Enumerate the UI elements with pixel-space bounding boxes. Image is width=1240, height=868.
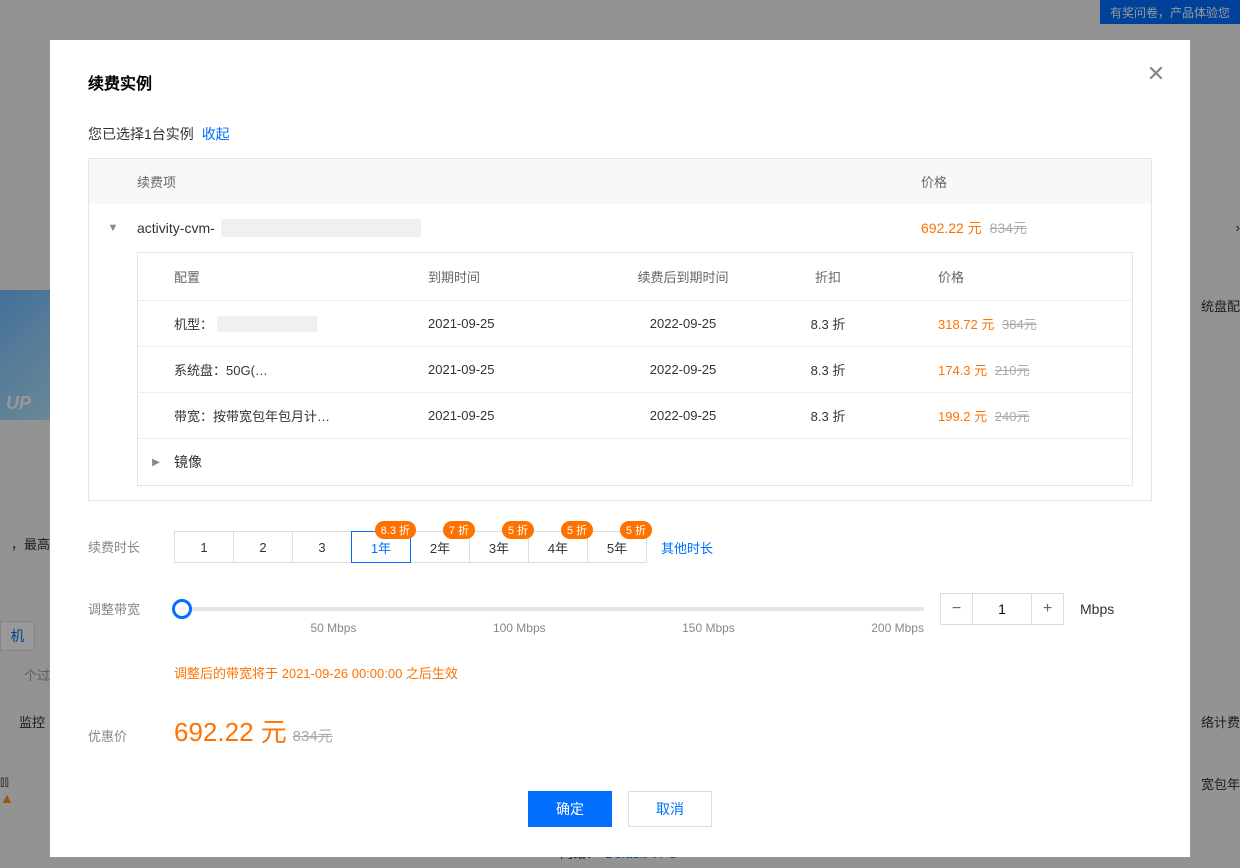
final-price-label: 优惠价 [88,716,174,745]
instance-details: 配置 到期时间 续费后到期时间 折扣 价格 机型： 2021-09-25 202… [137,252,1133,486]
bandwidth-slider[interactable]: 50 Mbps 100 Mbps 150 Mbps 200 Mbps [174,599,924,619]
duration-option[interactable]: 1年8.3 折 [351,531,411,563]
discount-badge: 5 折 [561,521,593,539]
duration-option[interactable]: 2年7 折 [410,531,470,563]
discount-badge: 8.3 折 [375,521,416,539]
renew-items-table: 续费项 价格 ▼ activity-cvm- 692.22 元 834元 配置 … [88,158,1152,501]
bandwidth-unit: Mbps [1080,601,1114,617]
table-header: 续费项 价格 [89,159,1151,204]
renew-instance-dialog: ✕ 续费实例 您已选择1台实例 收起 续费项 价格 ▼ activity-cvm… [50,40,1190,857]
discount-badge: 5 折 [620,521,652,539]
details-header: 配置 到期时间 续费后到期时间 折扣 价格 [138,253,1132,300]
dialog-footer: 确定 取消 [88,791,1152,827]
bandwidth-stepper: − + [940,593,1064,625]
bandwidth-input[interactable] [973,594,1031,624]
final-price: 692.22 元 [174,717,287,747]
duration-option[interactable]: 4年5 折 [528,531,588,563]
redacted-text [221,219,421,237]
duration-label: 续费时长 [88,531,174,556]
detail-row-machine: 机型： 2021-09-25 2022-09-25 8.3 折 318.72 元… [138,300,1132,346]
bandwidth-row: 调整带宽 50 Mbps 100 Mbps 150 Mbps 200 Mbps [88,593,1152,682]
renew-duration-row: 续费时长 1231年8.3 折2年7 折3年5 折4年5 折5年5 折 其他时长 [88,531,1152,563]
final-original-price: 834元 [293,728,333,745]
redacted-text [217,316,317,332]
duration-option[interactable]: 1 [174,531,234,563]
dialog-title: 续费实例 [88,70,1152,94]
confirm-button[interactable]: 确定 [528,791,612,827]
bandwidth-label: 调整带宽 [88,593,174,618]
slider-track [174,607,924,611]
increase-button[interactable]: + [1031,594,1063,624]
instance-row: ▼ activity-cvm- 692.22 元 834元 [89,204,1151,238]
cancel-button[interactable]: 取消 [628,791,712,827]
final-price-row: 优惠价 692.22 元 834元 [88,712,1152,749]
selected-summary: 您已选择1台实例 收起 [88,124,1152,144]
slider-thumb[interactable] [172,599,192,619]
expand-caret-icon[interactable]: ▶ [138,457,174,468]
slider-ticks: 50 Mbps 100 Mbps 150 Mbps 200 Mbps [174,621,924,635]
discount-badge: 5 折 [502,521,534,539]
duration-option[interactable]: 3 [292,531,352,563]
bandwidth-effective-note: 调整后的带宽将于 2021-09-26 00:00:00 之后生效 [174,663,1152,682]
duration-options: 1231年8.3 折2年7 折3年5 折4年5 折5年5 折 [174,531,647,563]
collapse-link[interactable]: 收起 [202,126,230,142]
decrease-button[interactable]: − [941,594,973,624]
collapse-caret-icon[interactable]: ▼ [89,222,137,234]
instance-name: activity-cvm- [137,219,921,237]
duration-option[interactable]: 5年5 折 [587,531,647,563]
close-icon[interactable]: ✕ [1144,62,1168,86]
detail-row-image[interactable]: ▶ 镜像 [138,438,1132,485]
header-price: 价格 [921,172,1151,191]
detail-row-disk: 系统盘：50G(… 2021-09-25 2022-09-25 8.3 折 17… [138,346,1132,392]
other-duration-link[interactable]: 其他时长 [661,538,713,557]
duration-option[interactable]: 3年5 折 [469,531,529,563]
discount-badge: 7 折 [443,521,475,539]
image-label: 镜像 [174,452,202,472]
duration-option[interactable]: 2 [233,531,293,563]
header-item: 续费项 [89,172,921,191]
detail-row-bandwidth: 带宽：按带宽包年包月计… 2021-09-25 2022-09-25 8.3 折… [138,392,1132,438]
config-cell: 机型： [138,314,428,333]
modal-overlay: ✕ 续费实例 您已选择1台实例 收起 续费项 价格 ▼ activity-cvm… [0,0,1240,868]
instance-price: 692.22 元 834元 [921,218,1151,238]
